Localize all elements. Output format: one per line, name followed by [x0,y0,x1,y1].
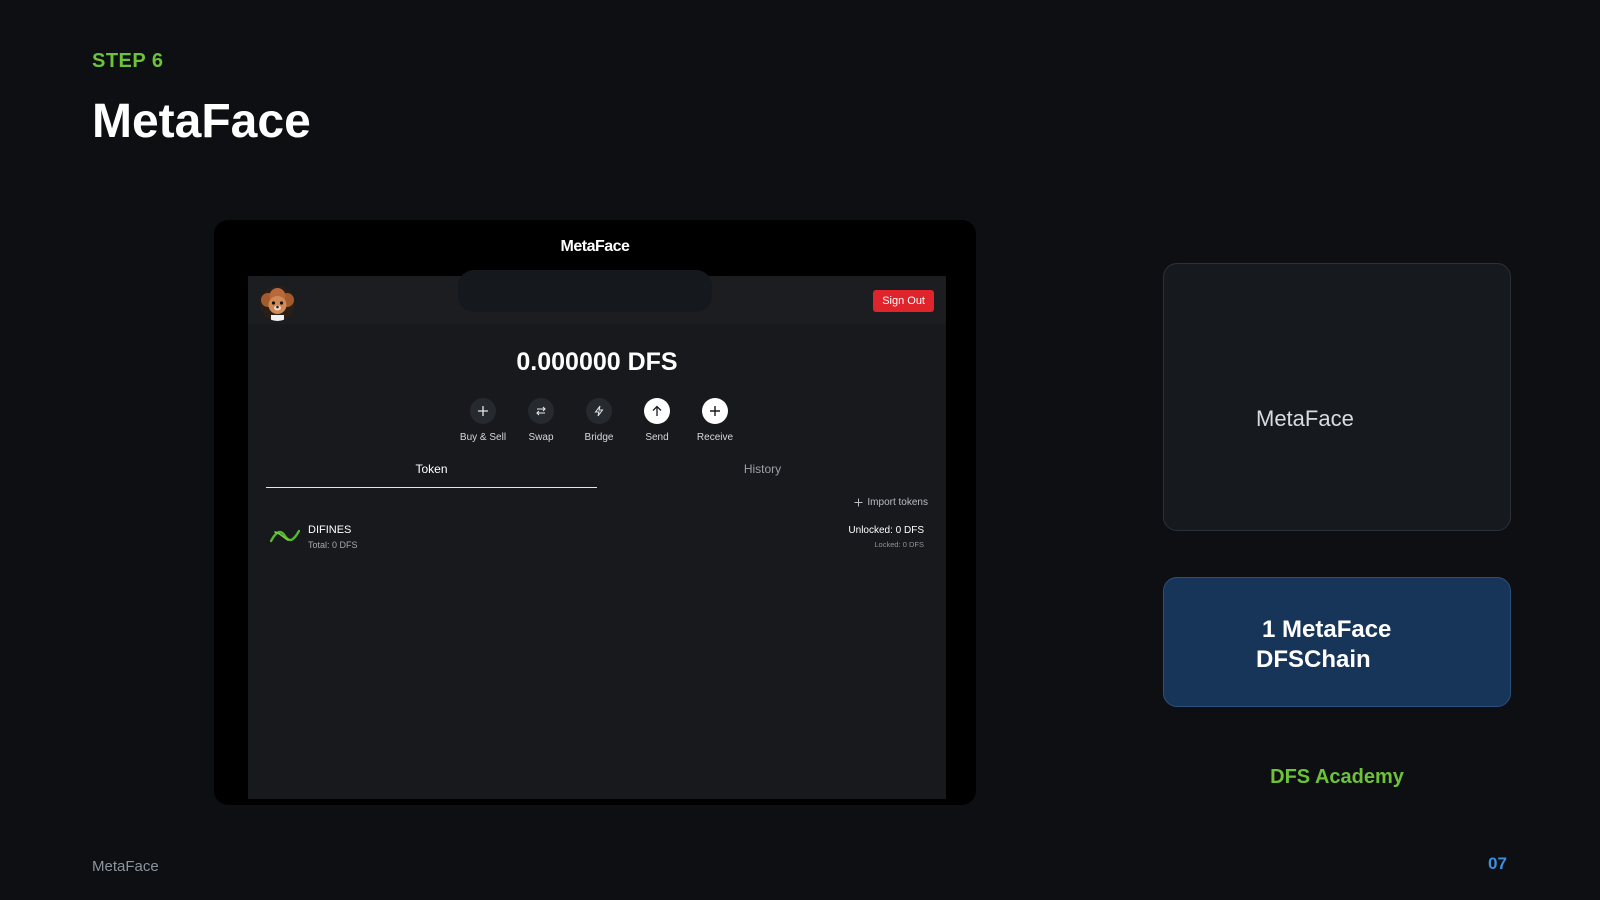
bridge-action[interactable]: Bridge [570,398,628,443]
swap-label: Swap [528,432,554,443]
action-bar: Buy & Sell Swap Bridge Send Receive [454,398,744,443]
info-card-metaface: MetaFace [1163,263,1511,531]
arrow-up-icon [644,398,670,424]
buy-sell-action[interactable]: Buy & Sell [454,398,512,443]
import-tokens-label: Import tokens [867,497,928,508]
send-action[interactable]: Send [628,398,686,443]
tab-bar: Token History [266,462,928,488]
token-total: Total: 0 DFS [308,540,358,550]
page-number: 07 [1488,854,1507,873]
step-label: STEP 6 [92,50,164,72]
device-frame: MetaFace Sign Out 0.000000 DFS Buy & Sel… [214,220,976,805]
sign-out-button[interactable]: Sign Out [873,290,934,312]
info-card-dfschain: 1 MetaFace DFSChain [1163,577,1511,707]
slide-title: MetaFace [92,95,311,148]
tab-history[interactable]: History [597,462,928,488]
difines-logo-icon [270,529,300,543]
import-tokens-link[interactable]: Import tokens [854,497,928,508]
footer-left-label: MetaFace [92,858,159,875]
plus-icon [854,498,863,507]
swap-action[interactable]: Swap [512,398,570,443]
plus-icon [470,398,496,424]
plus-icon [702,398,728,424]
dog-avatar-icon[interactable] [260,286,295,321]
receive-label: Receive [696,432,734,443]
token-unlocked: Unlocked: 0 DFS [848,525,924,536]
info-card-line1: 1 MetaFace [1262,616,1392,643]
balance-amount: 0.000000 DFS [516,348,678,376]
receive-action[interactable]: Receive [686,398,744,443]
bolt-icon [586,398,612,424]
token-locked: Locked: 0 DFS [874,540,924,549]
buy-sell-label: Buy & Sell [459,432,507,443]
info-card-line2: DFSChain [1256,646,1371,673]
tab-token[interactable]: Token [266,462,597,488]
device-screen: Sign Out 0.000000 DFS Buy & Sell Swap Br… [248,276,946,799]
bridge-label: Bridge [584,432,614,443]
info-card-text: MetaFace [1256,406,1354,431]
send-label: Send [645,432,669,443]
token-row[interactable]: DIFINES Total: 0 DFS Unlocked: 0 DFS Loc… [270,520,924,554]
device-notch [458,270,712,312]
device-brand: MetaFace [560,238,630,255]
swap-icon [528,398,554,424]
academy-label: DFS Academy [1270,766,1404,788]
token-name: DIFINES [308,524,352,536]
